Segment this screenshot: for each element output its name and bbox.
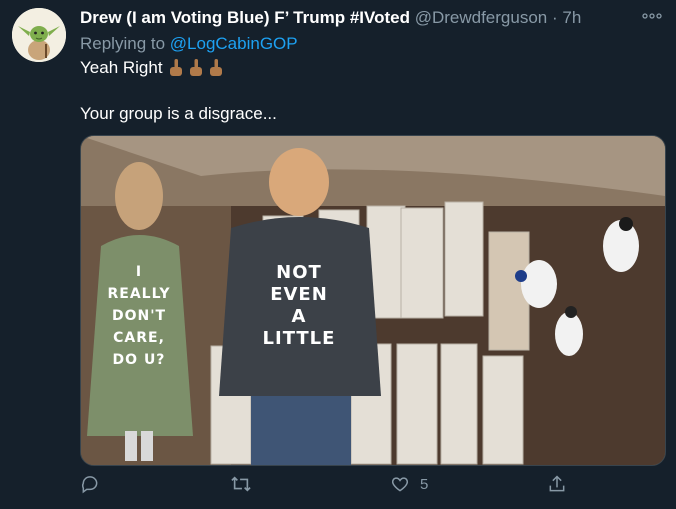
coat-text-line: NOT [276,262,322,283]
tweet-text-line: Yeah Right [80,58,223,78]
yoda-avatar-icon [12,8,66,62]
middle-finger-emoji-icon [209,59,222,76]
more-options-icon[interactable] [642,10,662,22]
middle-finger-emoji-icon [169,59,182,76]
coat-text-line: DON'T [112,308,166,324]
timestamp[interactable]: 7h [562,8,581,27]
coat-text-line: LITTLE [263,328,336,349]
reply-button[interactable] [80,474,100,494]
media-photo: I REALLY DON'T CARE, DO U? NOT EVEN A LI… [81,136,665,465]
author-handle[interactable]: @Drewdferguson [415,8,548,27]
replying-to: Replying to @LogCabinGOP [80,34,298,54]
author-name[interactable]: Drew (I am Voting Blue) F’ Trump #IVoted [80,8,410,27]
like-icon [391,477,409,492]
coat-text-line: EVEN [270,284,328,305]
tweet-media-image[interactable]: I REALLY DON'T CARE, DO U? NOT EVEN A LI… [80,135,666,466]
tweet-text-1: Yeah Right [80,58,163,77]
retweet-icon [231,476,251,492]
coat-text-line: A [292,306,307,327]
share-button[interactable] [547,474,567,494]
like-count: 5 [420,475,429,493]
retweet-button[interactable] [230,474,252,494]
coat-text-line: I [136,264,142,280]
separator: · [551,8,558,27]
replying-to-label: Replying to [80,34,170,53]
share-icon [549,475,565,492]
replying-to-link[interactable]: @LogCabinGOP [170,34,298,53]
tweet-text-2: Your group is a disgrace... [80,104,277,123]
coat-text-line: REALLY [108,286,171,302]
tweet-actions: 5 [80,474,600,500]
coat-text-line: DO U? [113,352,166,368]
reply-icon [81,476,98,494]
avatar[interactable] [12,8,66,62]
tweet-header: Drew (I am Voting Blue) F’ Trump #IVoted… [80,8,656,30]
middle-finger-emoji-icon [189,59,202,76]
like-button[interactable]: 5 [390,474,428,494]
coat-text-line: CARE, [113,330,165,346]
